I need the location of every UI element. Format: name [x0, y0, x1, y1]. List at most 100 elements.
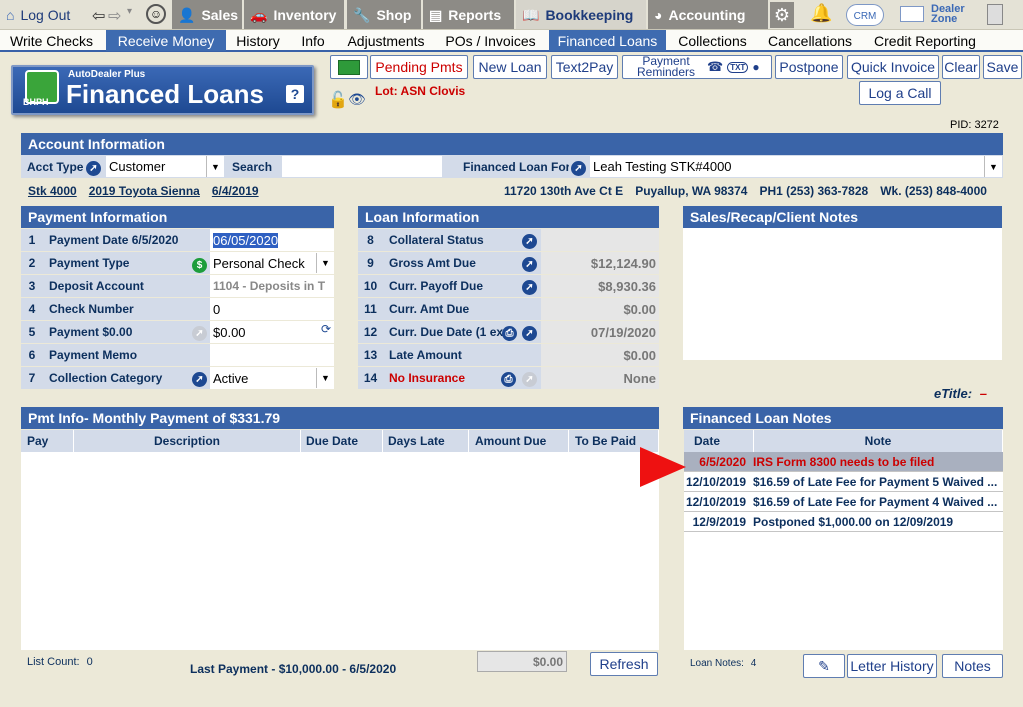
subnav-credit-reporting[interactable]: Credit Reporting — [866, 30, 984, 51]
search-input[interactable] — [282, 156, 442, 177]
nav-sales[interactable]: 👤 Sales — [172, 0, 242, 29]
dealer-zone-icon[interactable] — [900, 6, 924, 22]
collection-link-icon[interactable]: ➚ — [192, 370, 207, 387]
row-number: 5 — [21, 321, 43, 343]
note-date: 12/10/2019 — [685, 474, 746, 489]
chevron-down-icon[interactable]: ▼ — [984, 156, 1002, 177]
unlock-icon[interactable]: 🔓 — [328, 90, 348, 110]
chevron-down-icon[interactable]: ▼ — [316, 368, 334, 388]
chevron-down-icon[interactable]: ▼ — [206, 156, 224, 177]
payment-reminders-button[interactable]: Payment Reminders ☎ TXT ● — [622, 55, 772, 79]
insurance-link-icon[interactable]: ➚ — [522, 370, 537, 387]
loan-field-label: No Insurance — [383, 367, 541, 389]
nav-reports[interactable]: ▤ Reports — [423, 0, 514, 29]
notifications-bell-icon[interactable]: 🔔 — [810, 3, 832, 24]
col-pay[interactable]: Pay — [21, 430, 74, 452]
back-arrow-icon[interactable]: ⇦ — [92, 6, 105, 26]
payment-link-icon[interactable]: ➚ — [192, 324, 207, 341]
user-avatar-icon[interactable]: ☺ — [146, 4, 166, 24]
nav-dropdown-icon[interactable]: ▾ — [127, 6, 132, 17]
sales-notes-textarea[interactable] — [683, 228, 1002, 360]
loan-link-icon[interactable]: ➚ — [522, 278, 537, 295]
note-text: $16.59 of Late Fee for Payment 4 Waived … — [753, 494, 998, 509]
payment-field-label: Deposit Account — [43, 275, 210, 297]
col-note-date[interactable]: Date — [684, 430, 754, 452]
wrench-icon: 🔧 — [353, 6, 371, 23]
home-icon: ⌂ — [6, 6, 15, 23]
refresh-button[interactable]: Refresh — [590, 652, 658, 676]
refresh-small-icon[interactable]: ⟳ — [321, 322, 331, 336]
nav-bookkeeping[interactable]: 📖 Bookkeeping — [516, 0, 646, 29]
vehicle-link[interactable]: Stk 4000 2019 Toyota Sienna 6/4/2019 — [28, 184, 259, 198]
loan-link-icon[interactable]: ➚ — [522, 324, 537, 341]
nav-dealer-zone[interactable]: Dealer Zone — [931, 4, 971, 25]
payment-field-value[interactable]: 1104 - Deposits in T — [210, 275, 334, 297]
note-row[interactable]: 12/9/2019 Postponed $1,000.00 on 12/09/20… — [684, 512, 1003, 532]
note-text: Postponed $1,000.00 on 12/09/2019 — [753, 514, 954, 529]
loan-notes-count: Loan Notes: 4 — [690, 658, 757, 669]
log-a-call-button[interactable]: Log a Call — [859, 81, 941, 105]
acct-type-label: Acct Type — [27, 159, 83, 174]
clear-button[interactable]: Clear — [942, 55, 980, 79]
nav-shop[interactable]: 🔧 Shop — [347, 0, 421, 29]
note-row[interactable]: 6/5/2020 IRS Form 8300 needs to be filed — [684, 452, 1003, 472]
col-amount-due[interactable]: Amount Due — [469, 430, 569, 452]
print-icon[interactable]: ⎙ — [501, 370, 516, 387]
nav-inventory[interactable]: 🚗 Inventory — [244, 0, 344, 29]
subnav-collections[interactable]: Collections — [670, 30, 755, 51]
crm-cloud-icon[interactable]: CRM — [846, 4, 884, 26]
subnav-info[interactable]: Info — [292, 30, 334, 51]
payment-field-value[interactable]: $0.00 — [210, 321, 334, 343]
text2pay-button[interactable]: Text2Pay — [551, 55, 618, 79]
subnav-cancellations[interactable]: Cancellations — [760, 30, 860, 51]
save-button[interactable]: Save — [983, 55, 1022, 79]
open-folder-button[interactable] — [330, 55, 368, 79]
payment-field-value[interactable]: 06/05/2020 — [210, 229, 334, 251]
subnav-write-checks[interactable]: Write Checks — [0, 30, 103, 51]
help-icon[interactable]: ? — [286, 85, 304, 103]
logout-button[interactable]: ⌂ Log Out — [0, 0, 90, 29]
print-icon[interactable]: ⎙ — [502, 324, 517, 341]
settings-gear-icon[interactable]: ⚙ — [770, 2, 794, 28]
col-days-late[interactable]: Days Late — [383, 430, 469, 452]
financed-for-link-icon[interactable]: ➚ — [571, 159, 586, 176]
quick-invoice-button[interactable]: Quick Invoice — [847, 55, 939, 79]
loan-field-label: Gross Amt Due — [383, 252, 541, 274]
postpone-button[interactable]: Postpone — [775, 55, 843, 79]
subnav-receive-money[interactable]: Receive Money — [106, 30, 226, 51]
pmt-info-list[interactable] — [21, 452, 659, 650]
note-row[interactable]: 12/10/2019 $16.59 of Late Fee for Payment… — [684, 492, 1003, 512]
row-number: 4 — [21, 298, 43, 320]
notes-button[interactable]: Notes — [942, 654, 1003, 678]
col-due-date[interactable]: Due Date — [301, 430, 383, 452]
new-loan-button[interactable]: New Loan — [473, 55, 547, 79]
payment-field-value[interactable]: 0 — [210, 298, 334, 320]
row-number: 9 — [358, 252, 383, 274]
subnav-adjustments[interactable]: Adjustments — [338, 30, 434, 51]
loan-link-icon[interactable]: ➚ — [522, 255, 537, 272]
write-note-button[interactable]: ✎ — [803, 654, 845, 678]
loan-link-icon[interactable]: ➚ — [522, 232, 537, 249]
col-note[interactable]: Note — [754, 430, 1003, 452]
note-date: 6/5/2020 — [699, 454, 746, 469]
col-description[interactable]: Description — [74, 430, 301, 452]
forward-arrow-icon[interactable]: ⇨ — [108, 6, 121, 26]
chevron-down-icon[interactable]: ▼ — [316, 253, 334, 273]
note-text: IRS Form 8300 needs to be filed — [753, 454, 935, 469]
phone-icon: ☎ — [707, 59, 724, 74]
subnav-pos-invoices[interactable]: POs / Invoices — [437, 30, 544, 51]
note-row[interactable]: 12/10/2019 $16.59 of Late Fee for Payment… — [684, 472, 1003, 492]
letter-history-button[interactable]: Letter History — [847, 654, 937, 678]
subnav-history[interactable]: History — [229, 30, 287, 51]
pending-payments-button[interactable]: Pending Pmts — [370, 55, 468, 79]
acct-type-link-icon[interactable]: ➚ — [86, 159, 101, 176]
financed-loan-for-select[interactable]: Leah Testing STK#4000 — [590, 156, 1002, 177]
row-number: 3 — [21, 275, 43, 297]
payment-date-input[interactable]: 06/05/2020 — [213, 232, 279, 248]
calculator-icon[interactable] — [987, 4, 1003, 25]
view-eye-icon[interactable]: 👁 — [348, 91, 366, 108]
subnav-financed-loans[interactable]: Financed Loans — [549, 30, 666, 51]
row-number: 12 — [358, 321, 383, 343]
payment-field-value[interactable] — [210, 344, 334, 366]
nav-accounting[interactable]: ◕ Accounting — [648, 0, 768, 29]
